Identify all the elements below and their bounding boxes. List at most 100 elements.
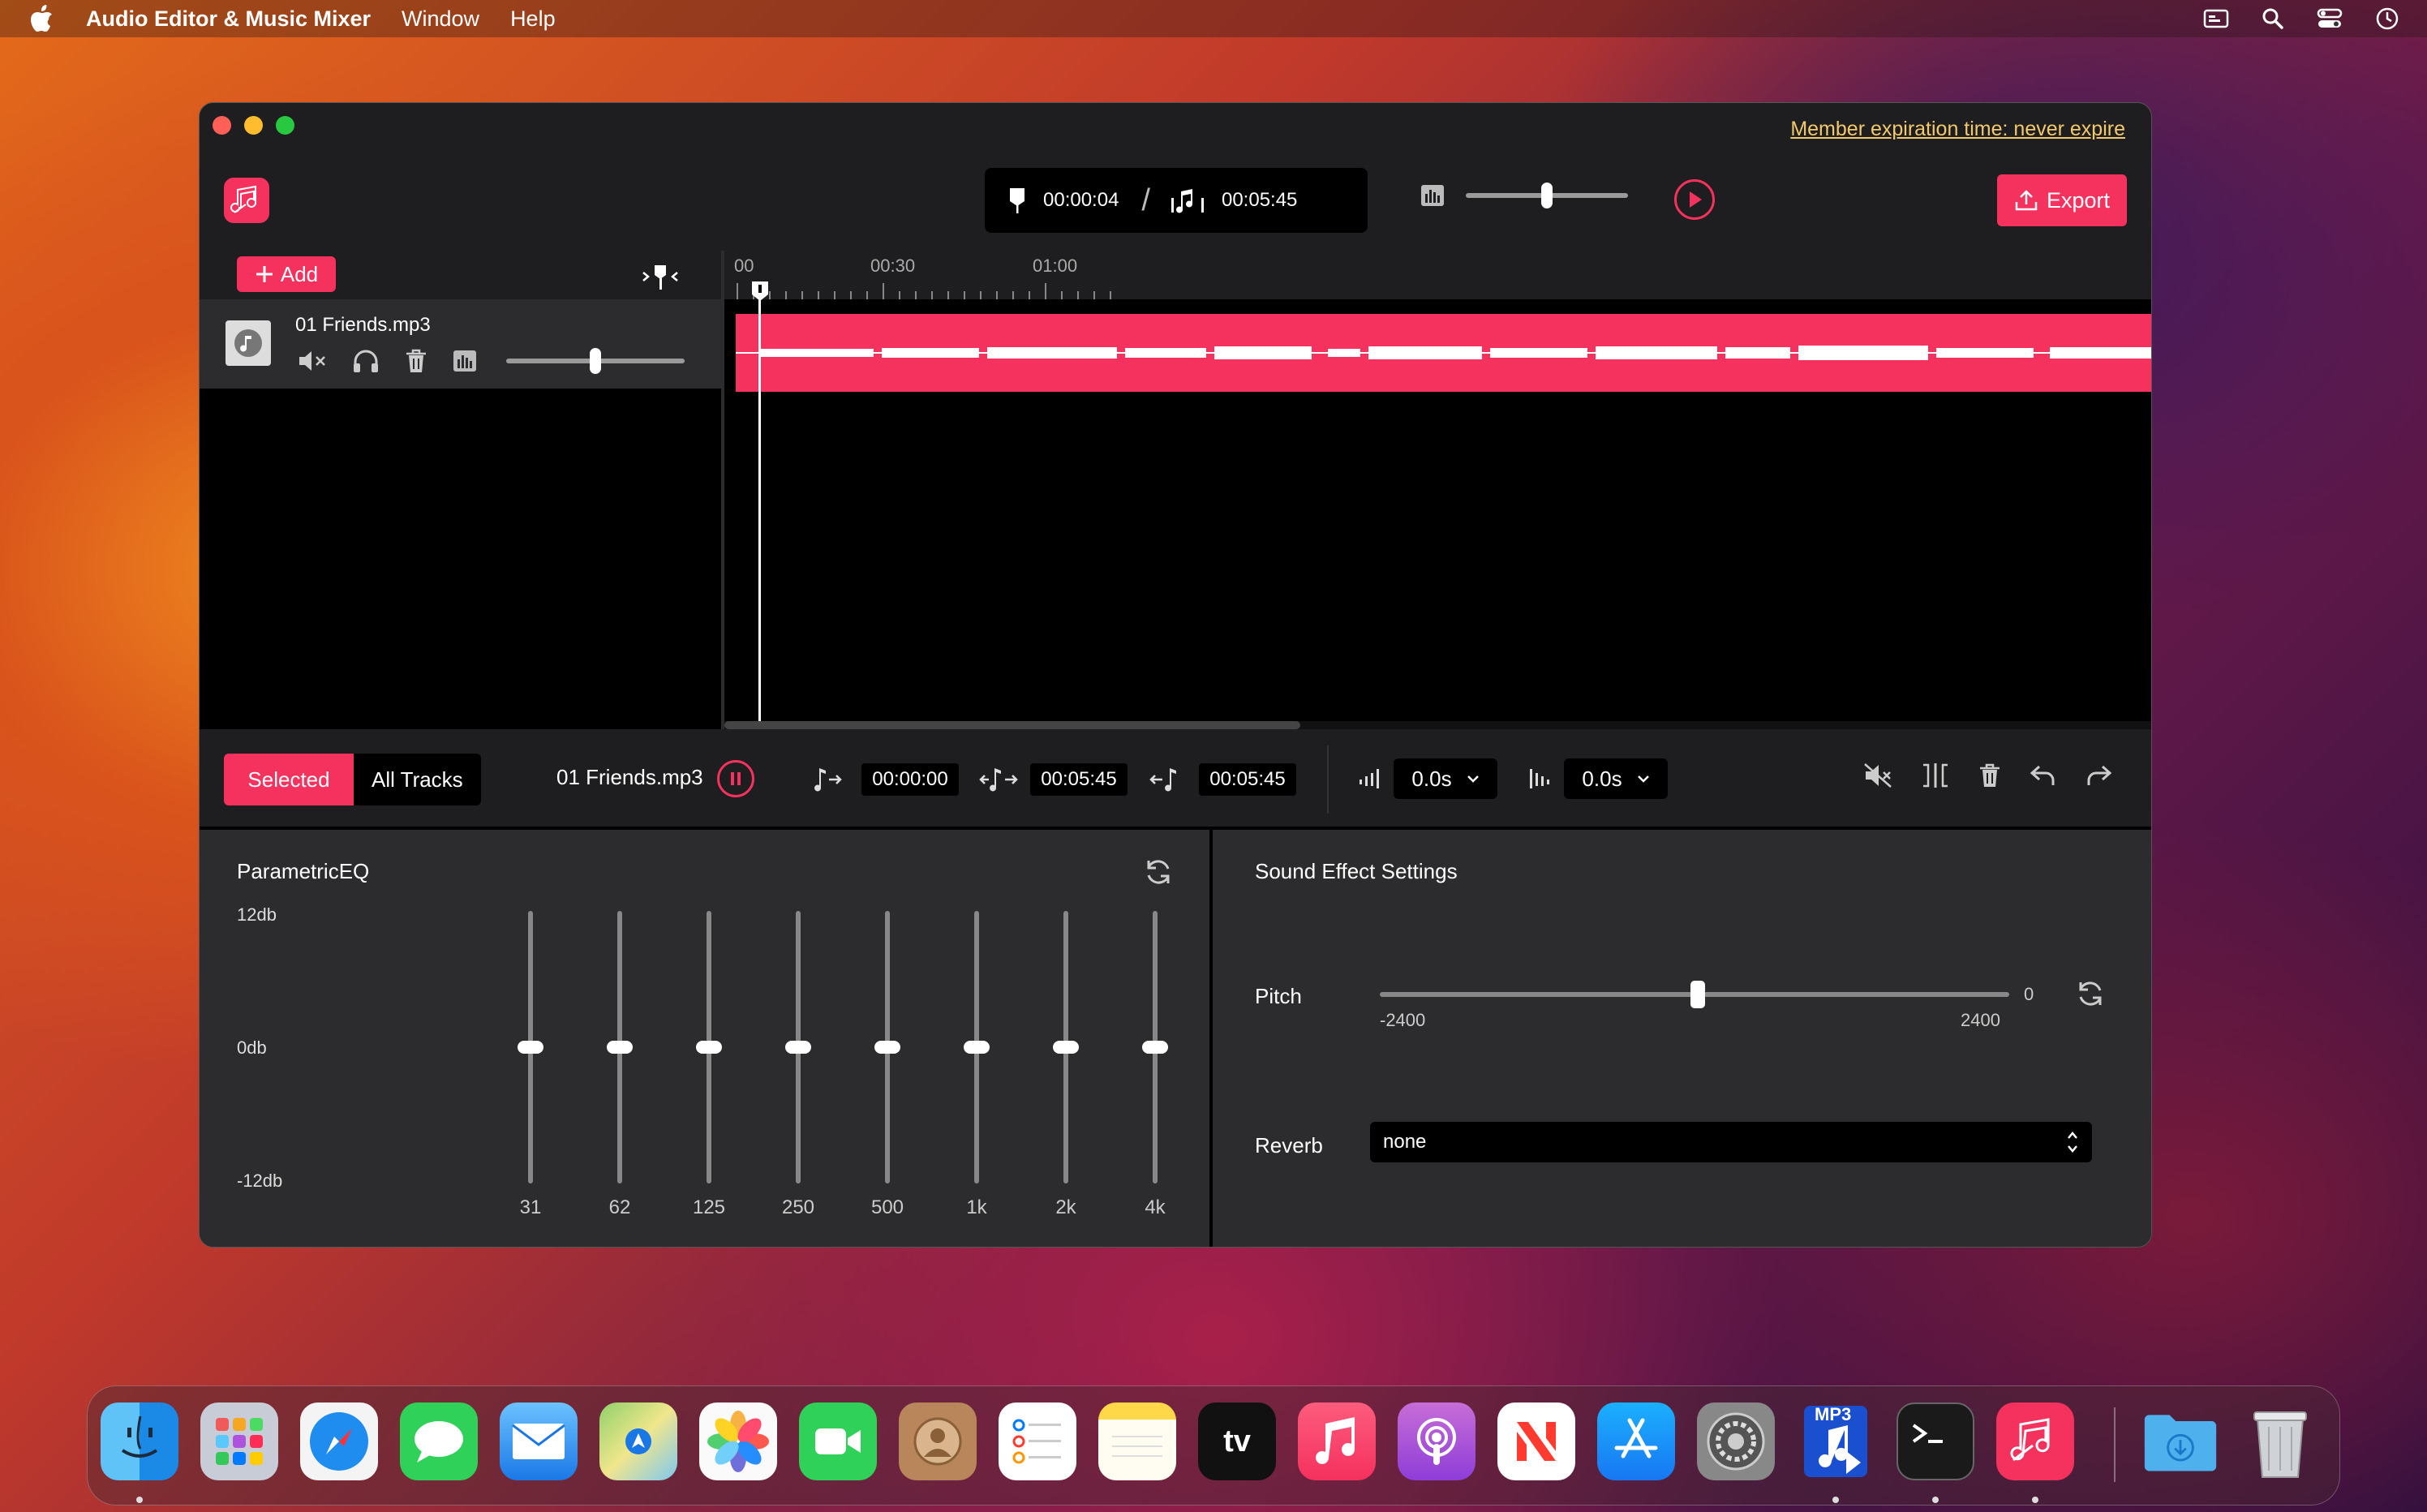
eq-slider-knob[interactable] [607,1041,633,1054]
add-track-button[interactable]: Add [237,256,336,292]
photos-icon[interactable] [699,1402,777,1480]
track-thumbnail [226,320,271,366]
duration-field[interactable]: 00:05:45 [1030,763,1128,796]
chevron-down-icon [1467,775,1479,783]
time-ruler[interactable]: 00 00:30 01:00 [724,251,2151,299]
downloads-folder-icon[interactable] [2141,1402,2219,1480]
system-settings-icon[interactable] [1697,1402,1775,1480]
messages-icon[interactable] [400,1402,478,1480]
delete-track-icon[interactable] [404,348,428,374]
help-menu[interactable]: Help [510,6,556,32]
eq-band-4k[interactable]: 4k [1131,911,1179,1219]
eq-slider-knob[interactable] [518,1041,543,1054]
close-window-button[interactable] [213,116,231,135]
timeline-scrollbar[interactable] [724,721,2151,729]
mute-icon[interactable] [297,349,328,373]
export-button[interactable]: Export [1997,174,2127,226]
mute-selection-icon[interactable] [1862,762,1893,789]
notes-icon[interactable] [1098,1402,1176,1480]
app-menu[interactable]: Audio Editor & Music Mixer [86,6,371,32]
control-center-icon[interactable] [2317,7,2343,30]
contacts-icon[interactable] [899,1402,977,1480]
music-icon[interactable] [1298,1402,1376,1480]
member-expiration-link[interactable]: Member expiration time: never expire [1790,118,2125,141]
safari-icon[interactable] [300,1402,378,1480]
split-icon[interactable] [1921,762,1950,789]
apple-tv-icon[interactable]: tv [1198,1402,1276,1480]
audio-editor-icon[interactable] [1996,1402,2074,1480]
delete-selection-icon[interactable] [1978,762,2002,788]
trash-icon[interactable] [2241,1402,2319,1480]
facetime-icon[interactable] [799,1402,877,1480]
eq-slider-knob[interactable] [1053,1041,1079,1054]
scrollbar-thumb[interactable] [724,721,1300,729]
app-store-icon[interactable] [1597,1402,1675,1480]
timeline-panel[interactable]: 00 00:30 01:00 [721,251,2151,729]
eq-band-frequency: 62 [608,1196,631,1218]
app-window: Member expiration time: never expire 00:… [199,102,2152,1248]
play-button[interactable] [1674,179,1715,220]
tab-all-tracks[interactable]: All Tracks [354,754,481,805]
screen-share-icon[interactable] [2203,8,2229,29]
start-time-field[interactable]: 00:00:00 [861,763,959,796]
apple-menu-icon[interactable] [29,5,54,32]
podcast-icon [1417,1418,1456,1465]
eq-band-125[interactable]: 125 [685,911,733,1219]
reverb-select[interactable]: none [1370,1122,2092,1162]
playhead-handle-icon[interactable] [750,280,770,303]
fade-out-select[interactable]: 0.0s [1564,758,1668,799]
podcasts-icon[interactable] [1398,1402,1476,1480]
running-indicator [2032,1497,2038,1503]
snap-marker-icon[interactable] [640,260,681,293]
news-icon[interactable] [1497,1402,1575,1480]
track-waveform-clip[interactable] [736,314,2151,392]
fade-in-select[interactable]: 0.0s [1394,758,1497,799]
master-volume-knob[interactable] [1541,183,1553,208]
pause-button[interactable] [717,760,754,797]
time-separator: / [1141,183,1150,217]
zoom-window-button[interactable] [276,116,294,135]
tab-selected[interactable]: Selected [224,754,354,805]
track-row[interactable]: 01 Friends.mp3 [200,299,721,389]
maps-icon[interactable] [599,1402,677,1480]
redo-icon[interactable] [2085,763,2112,788]
mp3-converter-icon[interactable]: MP3 [1797,1402,1875,1480]
total-length-icon [1171,189,1204,213]
track-list-panel: Add 01 Friends.mp3 [200,251,721,729]
end-time-field[interactable]: 00:05:45 [1199,763,1296,796]
eq-band-2k[interactable]: 2k [1042,911,1090,1219]
eq-slider-knob[interactable] [696,1041,722,1054]
eq-band-250[interactable]: 250 [774,911,823,1219]
pitch-reset-icon[interactable] [2074,977,2107,1010]
clock-icon[interactable] [2375,6,2399,31]
undo-icon[interactable] [2030,763,2057,788]
window-menu[interactable]: Window [402,6,479,32]
launchpad-icon[interactable] [200,1402,278,1480]
master-volume-slider[interactable] [1466,183,1628,208]
eq-slider-knob[interactable] [874,1041,900,1054]
track-volume-knob[interactable] [590,348,601,374]
eq-reset-icon[interactable] [1142,856,1175,888]
play-icon [1690,191,1702,208]
terminal-icon[interactable] [1896,1402,1974,1480]
spotlight-search-icon[interactable] [2262,7,2284,30]
reminders-icon[interactable] [999,1402,1076,1480]
eq-band-31[interactable]: 31 [506,911,555,1219]
minimize-window-button[interactable] [244,116,263,135]
finder-icon[interactable] [101,1402,178,1480]
duration-icon [979,768,1018,792]
headphones-solo-icon[interactable] [352,349,380,373]
playhead[interactable] [752,281,768,721]
pitch-slider[interactable] [1380,981,2009,1008]
eq-slider-knob[interactable] [964,1041,990,1054]
track-volume-slider[interactable] [506,348,685,374]
pitch-knob[interactable] [1690,981,1705,1008]
eq-band-frequency: 1k [966,1196,987,1218]
eq-band-1k[interactable]: 1k [952,911,1001,1219]
pause-icon [731,772,741,785]
eq-slider-knob[interactable] [785,1041,811,1054]
eq-band-62[interactable]: 62 [595,911,644,1219]
mail-icon[interactable] [500,1402,578,1480]
eq-band-500[interactable]: 500 [863,911,912,1219]
eq-slider-knob[interactable] [1142,1041,1168,1054]
